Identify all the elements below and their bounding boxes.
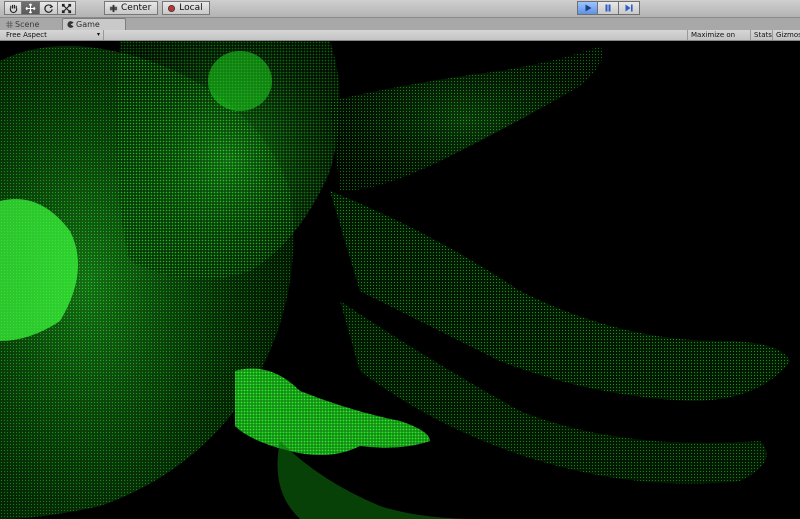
stats-toggle[interactable]: Stats: [750, 30, 772, 40]
tab-scene-label: Scene: [15, 19, 40, 29]
move-icon: [25, 3, 36, 13]
play-icon: [585, 4, 591, 12]
hand-tool-button[interactable]: [4, 1, 22, 15]
game-view-toolbar: Free Aspect ▾ Maximize on Play Stats Giz…: [0, 30, 800, 49]
step-button[interactable]: [619, 1, 640, 15]
pause-icon: [605, 4, 611, 12]
tab-scene[interactable]: Scene: [2, 18, 60, 30]
pointcloud-render: [0, 41, 790, 519]
transform-tools: [4, 1, 76, 15]
chevron-down-icon: ▾: [96, 31, 100, 38]
rotate-tool-button[interactable]: [40, 1, 58, 15]
scale-icon: [61, 3, 72, 13]
rotate-icon: [44, 3, 54, 13]
tab-game-label: Game: [76, 20, 100, 29]
main-toolbar: Center Local: [0, 0, 800, 18]
playback-controls: [577, 1, 640, 15]
move-tool-button[interactable]: [22, 1, 40, 15]
game-pacman-icon: [67, 21, 74, 28]
tab-game[interactable]: Game: [62, 18, 126, 30]
view-tabs: Scene Game: [0, 18, 800, 30]
gizmos-toggle[interactable]: Gizmos: [772, 30, 800, 40]
hand-icon: [9, 4, 17, 13]
pivot-local-button[interactable]: Local: [162, 1, 210, 15]
aspect-dropdown[interactable]: Free Aspect ▾: [2, 30, 104, 40]
play-button[interactable]: [577, 1, 598, 15]
pivot-local-label: Local: [179, 3, 203, 13]
local-space-icon: [168, 4, 176, 12]
game-viewport[interactable]: [0, 41, 800, 519]
pivot-center-icon: [109, 4, 118, 12]
pause-button[interactable]: [598, 1, 619, 15]
aspect-label: Free Aspect: [6, 31, 47, 39]
pivot-center-label: Center: [121, 3, 152, 13]
pivot-center-button[interactable]: Center: [104, 1, 159, 15]
pivot-controls: Center Local: [104, 1, 210, 15]
scene-grid-icon: [6, 20, 13, 28]
pointcloud-head: [208, 51, 272, 111]
step-icon: [625, 4, 633, 12]
maximize-on-play-toggle[interactable]: Maximize on Play: [687, 30, 750, 49]
scale-tool-button[interactable]: [58, 1, 76, 15]
